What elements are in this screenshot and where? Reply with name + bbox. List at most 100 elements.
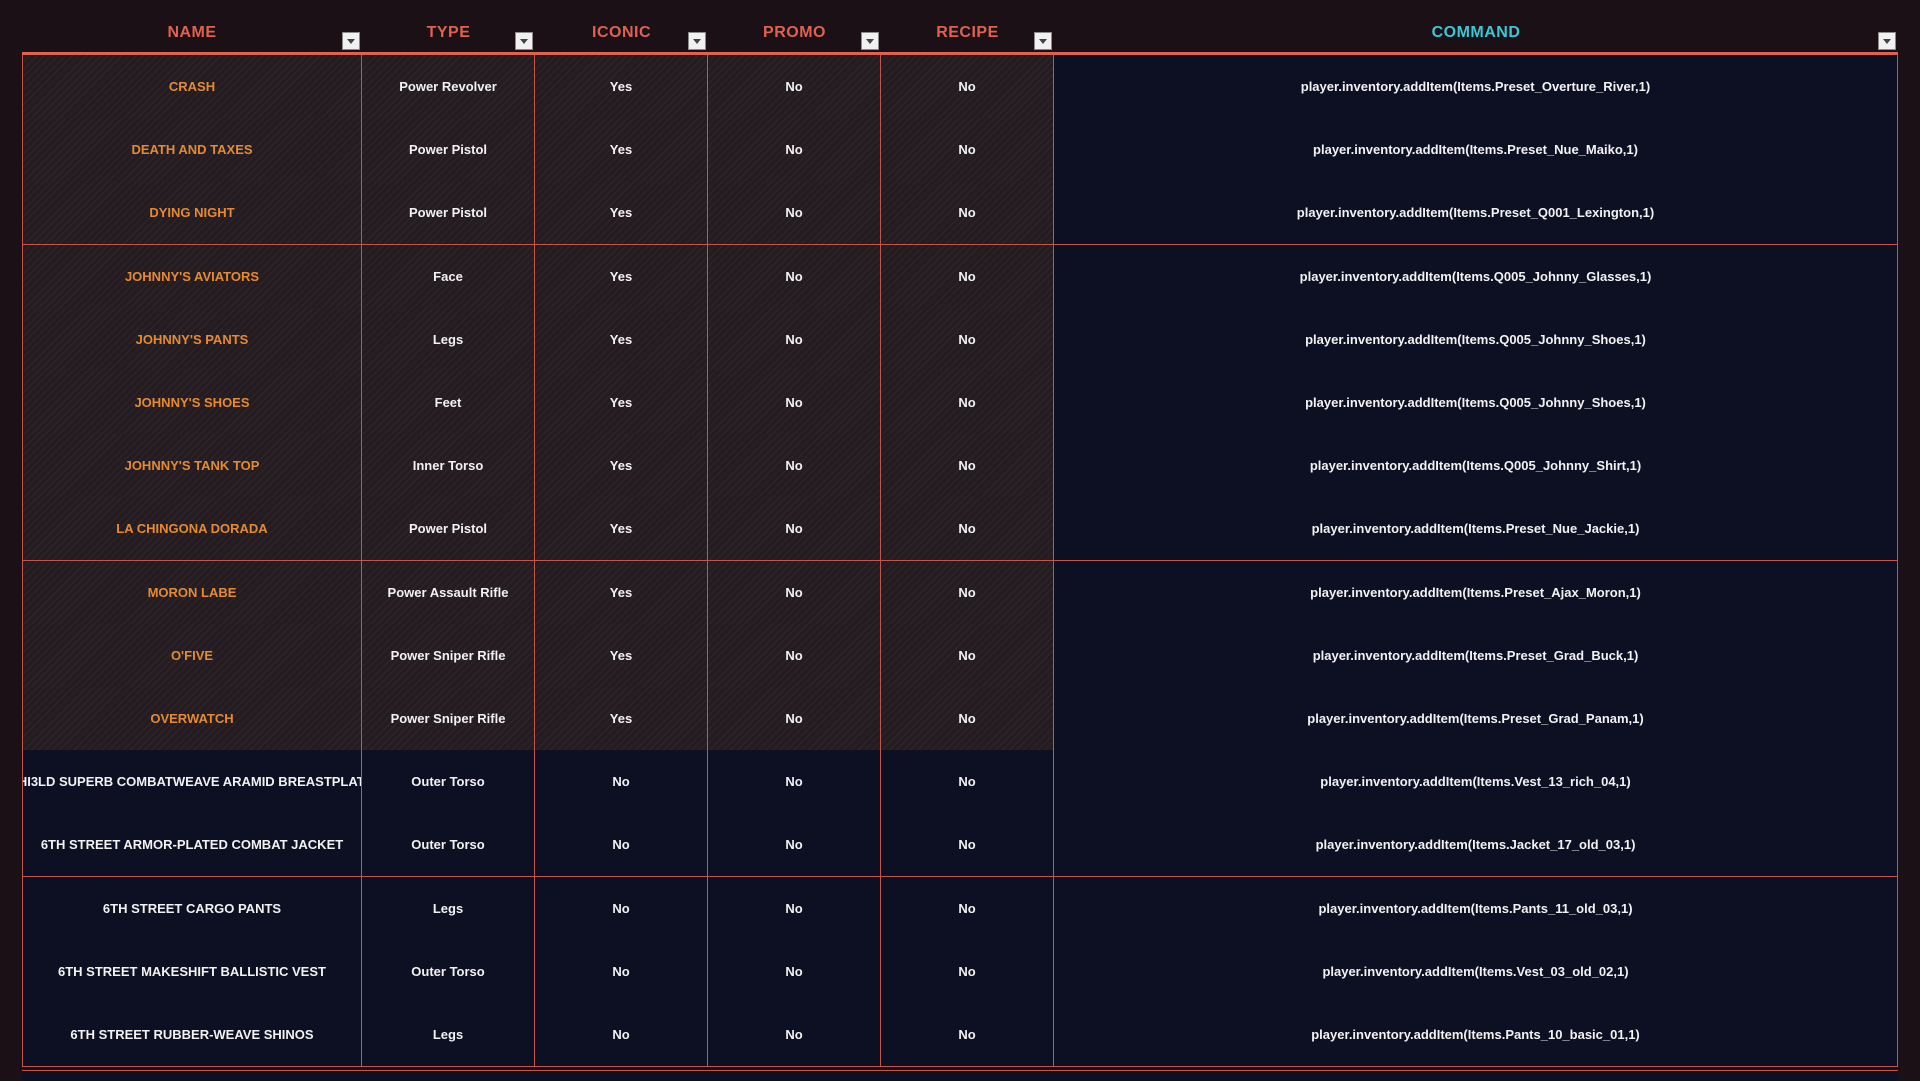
cell-promo[interactable]: No: [708, 307, 881, 371]
cell-iconic[interactable]: Yes: [535, 560, 708, 624]
cell-iconic[interactable]: Yes: [535, 623, 708, 687]
cell-type[interactable]: Legs: [362, 1003, 535, 1066]
cell-type[interactable]: Inner Torso: [362, 434, 535, 498]
cell-recipe[interactable]: No: [881, 371, 1054, 434]
column-header-type[interactable]: TYPE: [362, 0, 535, 52]
cell-promo[interactable]: No: [708, 55, 881, 118]
cell-name[interactable]: LA CHINGONA DORADA: [22, 497, 362, 561]
cell-promo[interactable]: No: [708, 687, 881, 750]
cell-command[interactable]: player.inventory.addItem(Items.Preset_Nu…: [1054, 497, 1898, 561]
cell-iconic[interactable]: No: [535, 1003, 708, 1066]
cell-command[interactable]: player.inventory.addItem(Items.Preset_Q0…: [1054, 181, 1898, 245]
cell-type[interactable]: Power Pistol: [362, 497, 535, 561]
cell-name[interactable]: 6TH STREET CARGO PANTS: [22, 876, 362, 940]
cell-type[interactable]: Power Pistol: [362, 181, 535, 245]
cell-name[interactable]: OVERWATCH: [22, 687, 362, 750]
cell-promo[interactable]: No: [708, 244, 881, 308]
cell-type[interactable]: Feet: [362, 371, 535, 434]
cell-type[interactable]: Power Pistol: [362, 118, 535, 182]
table-row[interactable]: CRASH Power Revolver Yes No No player.invento…: [22, 55, 1898, 119]
column-header-recipe[interactable]: RECIPE: [881, 0, 1054, 52]
cell-promo[interactable]: No: [708, 1003, 881, 1066]
cell-type[interactable]: Power Revolver: [362, 55, 535, 118]
table-row[interactable]: OVERWATCH Power Sniper Rifle Yes No No player…: [22, 687, 1898, 751]
cell-type[interactable]: Power Sniper Rifle: [362, 623, 535, 687]
cell-type[interactable]: Legs: [362, 876, 535, 940]
cell-command[interactable]: player.inventory.addItem(Items.Q005_John…: [1054, 244, 1898, 308]
filter-dropdown-icon[interactable]: [861, 32, 879, 50]
cell-command[interactable]: player.inventory.addItem(Items.Preset_Gr…: [1054, 623, 1898, 687]
cell-name[interactable]: JOHNNY'S SHOES: [22, 371, 362, 434]
cell-iconic[interactable]: Yes: [535, 371, 708, 434]
cell-iconic[interactable]: No: [535, 876, 708, 940]
cell-iconic[interactable]: No: [535, 750, 708, 814]
cell-command[interactable]: player.inventory.addItem(Items.Pants_10_…: [1054, 1003, 1898, 1066]
cell-command[interactable]: player.inventory.addItem(Items.Q005_John…: [1054, 371, 1898, 434]
table-row[interactable]: 6TH STREET RUBBER-WEAVE SHINOS Legs No No No…: [22, 1003, 1898, 1067]
cell-recipe[interactable]: No: [881, 750, 1054, 814]
filter-dropdown-icon[interactable]: [1034, 32, 1052, 50]
cell-promo[interactable]: No: [708, 939, 881, 1003]
cell-recipe[interactable]: No: [881, 813, 1054, 877]
cell-iconic[interactable]: Yes: [535, 244, 708, 308]
cell-name[interactable]: MORON LABE: [22, 560, 362, 624]
cell-recipe[interactable]: No: [881, 181, 1054, 245]
cell-type[interactable]: Power Sniper Rifle: [362, 687, 535, 750]
cell-promo[interactable]: No: [708, 371, 881, 434]
cell-name[interactable]: CRASH: [22, 55, 362, 118]
cell-iconic[interactable]: Yes: [535, 307, 708, 371]
filter-dropdown-icon[interactable]: [1878, 32, 1896, 50]
cell-recipe[interactable]: No: [881, 876, 1054, 940]
cell-command[interactable]: player.inventory.addItem(Items.Jacket_17…: [1054, 813, 1898, 877]
cell-recipe[interactable]: No: [881, 55, 1054, 118]
cell-type[interactable]: Outer Torso: [362, 939, 535, 1003]
column-header-command[interactable]: COMMAND: [1054, 0, 1898, 52]
cell-command[interactable]: player.inventory.addItem(Items.Pants_11_…: [1054, 876, 1898, 940]
table-row[interactable]: 6TH STREET MAKESHIFT BALLISTIC VEST Outer…: [22, 939, 1898, 1004]
cell-promo[interactable]: No: [708, 497, 881, 561]
table-row[interactable]: LA CHINGONA DORADA Power Pistol Yes No No pla…: [22, 497, 1898, 562]
cell-iconic[interactable]: Yes: [535, 118, 708, 182]
cell-command[interactable]: player.inventory.addItem(Items.Preset_Gr…: [1054, 687, 1898, 750]
column-header-iconic[interactable]: ICONIC: [535, 0, 708, 52]
cell-name[interactable]: 6TH STREET MAKESHIFT BALLISTIC VEST: [22, 939, 362, 1003]
cell-command[interactable]: player.inventory.addItem(Items.Vest_13_r…: [1054, 750, 1898, 814]
cell-promo[interactable]: No: [708, 560, 881, 624]
cell-iconic[interactable]: No: [535, 813, 708, 877]
cell-promo[interactable]: No: [708, 876, 881, 940]
cell-iconic[interactable]: Yes: [535, 181, 708, 245]
table-row[interactable]: MORON LABE Power Assault Rifle Yes No No play…: [22, 560, 1898, 625]
cell-recipe[interactable]: No: [881, 623, 1054, 687]
table-row[interactable]: 6TH STREET ARMOR-PLATED COMBAT JACKET Out…: [22, 813, 1898, 878]
cell-type[interactable]: Power Assault Rifle: [362, 560, 535, 624]
column-header-promo[interactable]: PROMO: [708, 0, 881, 52]
cell-promo[interactable]: No: [708, 181, 881, 245]
cell-iconic[interactable]: Yes: [535, 687, 708, 750]
cell-type[interactable]: Legs: [362, 307, 535, 371]
table-row[interactable]: DEATH AND TAXES Power Pistol Yes No No player…: [22, 118, 1898, 183]
table-row[interactable]: JOHNNY'S PANTS Legs Yes No No player.inventor…: [22, 307, 1898, 372]
cell-recipe[interactable]: No: [881, 1003, 1054, 1066]
table-row[interactable]: 6TH STREET CARGO PANTS Legs No No No player.i…: [22, 876, 1898, 941]
table-row[interactable]: 5HI3LD SUPERB COMBATWEAVE ARAMID BREASTP…: [22, 750, 1898, 815]
cell-recipe[interactable]: No: [881, 939, 1054, 1003]
cell-name[interactable]: 6TH STREET RUBBER-WEAVE SHINOS: [22, 1003, 362, 1066]
cell-command[interactable]: player.inventory.addItem(Items.Preset_Ov…: [1054, 55, 1898, 118]
cell-command[interactable]: player.inventory.addItem(Items.Vest_03_o…: [1054, 939, 1898, 1003]
cell-name[interactable]: JOHNNY'S TANK TOP: [22, 434, 362, 498]
cell-iconic[interactable]: Yes: [535, 55, 708, 118]
cell-iconic[interactable]: No: [535, 939, 708, 1003]
table-row[interactable]: JOHNNY'S AVIATORS Face Yes No No player.inven…: [22, 244, 1898, 309]
cell-iconic[interactable]: Yes: [535, 434, 708, 498]
cell-promo[interactable]: No: [708, 813, 881, 877]
cell-iconic[interactable]: Yes: [535, 497, 708, 561]
cell-recipe[interactable]: No: [881, 307, 1054, 371]
cell-recipe[interactable]: No: [881, 118, 1054, 182]
filter-dropdown-icon[interactable]: [342, 32, 360, 50]
cell-promo[interactable]: No: [708, 434, 881, 498]
cell-promo[interactable]: No: [708, 623, 881, 687]
cell-command[interactable]: player.inventory.addItem(Items.Preset_Nu…: [1054, 118, 1898, 182]
cell-name[interactable]: 5HI3LD SUPERB COMBATWEAVE ARAMID BREASTP…: [22, 750, 362, 814]
cell-type[interactable]: Outer Torso: [362, 750, 535, 814]
cell-command[interactable]: player.inventory.addItem(Items.Q005_John…: [1054, 307, 1898, 371]
